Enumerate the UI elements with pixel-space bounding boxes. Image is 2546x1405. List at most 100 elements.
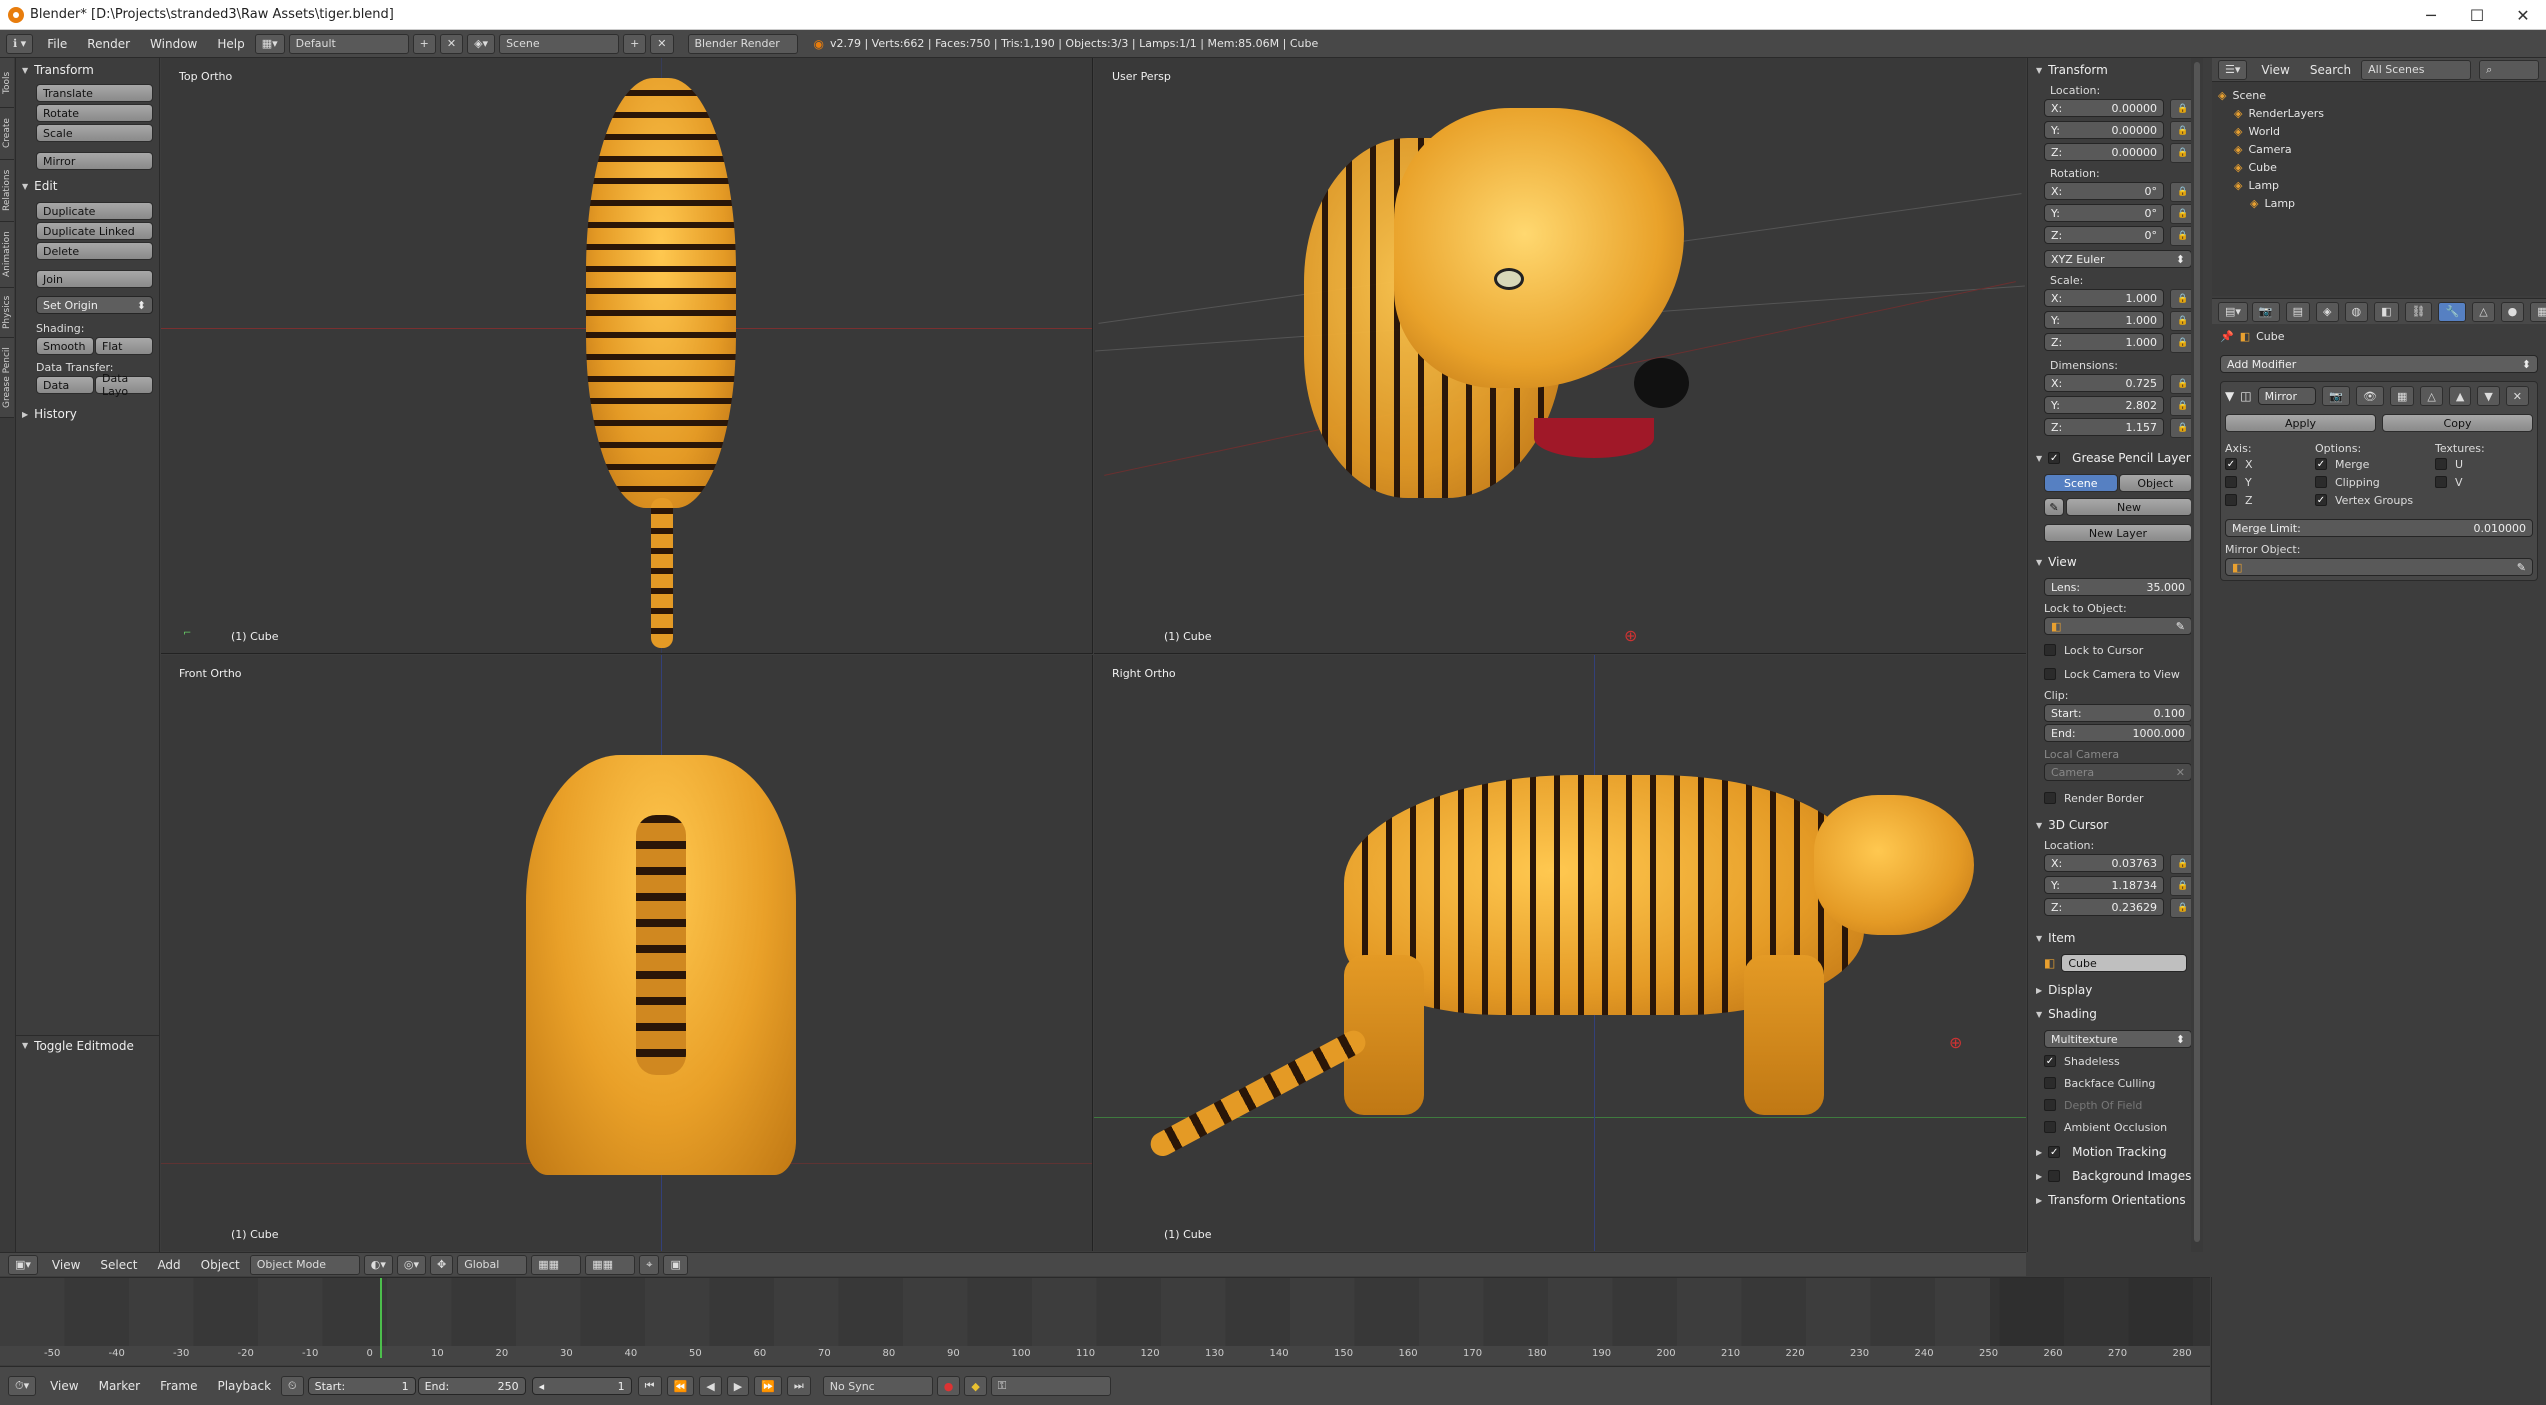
object-tab-icon[interactable]: ◧ — [2374, 301, 2399, 322]
menu-view[interactable]: View — [42, 1258, 90, 1272]
remove-modifier-icon[interactable]: ✕ — [2505, 386, 2529, 406]
layout-icon[interactable]: ▦▾ — [254, 33, 285, 54]
checkbox[interactable]: ✓ — [2225, 458, 2237, 470]
mirror-object-field[interactable]: ◧ ✎ — [2225, 558, 2533, 576]
viewport-front[interactable]: Front Ortho (1) Cube — [161, 655, 1093, 1251]
play-icon[interactable]: ▶ — [726, 1376, 750, 1396]
current-frame-field[interactable]: ◂ 1 — [531, 1377, 632, 1395]
timeline-menu-view[interactable]: View — [40, 1379, 88, 1393]
scene-select[interactable]: Scene — [499, 33, 620, 54]
mirror-button[interactable]: Mirror — [36, 152, 153, 170]
pin-icon[interactable]: 📌 — [2220, 330, 2234, 343]
checkbox[interactable] — [2048, 1170, 2061, 1182]
background-images-header[interactable]: Background Images — [2036, 1166, 2203, 1186]
world-tab-icon[interactable]: ◍ — [2344, 301, 2369, 322]
lock-camera-checkbox[interactable]: Lock Camera to View — [2044, 665, 2203, 683]
outliner-search-input[interactable]: ⌕ — [2479, 59, 2540, 80]
history-panel-header[interactable]: History — [22, 404, 153, 424]
keying-icon[interactable]: ◆ — [964, 1376, 987, 1396]
join-button[interactable]: Join — [36, 270, 153, 288]
apply-button[interactable]: Apply — [2225, 414, 2376, 432]
remove-layout-button[interactable]: ✕ — [439, 33, 464, 54]
eyedropper-icon[interactable]: ✎ — [2176, 620, 2185, 633]
modifiers-tab-icon[interactable]: 🔧 — [2438, 301, 2467, 322]
editor-type-icon[interactable]: ▤▾ — [2218, 301, 2248, 322]
timeline[interactable]: -50 -40 -30 -20 -10 0 10 20 30 40 50 60 70 80 90 100 110… — [0, 1277, 2210, 1365]
checkbox[interactable] — [2435, 458, 2447, 470]
duplicate-button[interactable]: Duplicate — [36, 202, 153, 220]
shading-mode-select[interactable]: Multitexture ⬍ — [2044, 1030, 2192, 1048]
move-up-icon[interactable]: ▲ — [2448, 386, 2472, 406]
material-tab-icon[interactable]: ● — [2500, 301, 2525, 322]
motion-tracking-header[interactable]: ✓ Motion Tracking — [2036, 1142, 2203, 1162]
outliner-item[interactable]: ◈ Camera — [2218, 140, 2540, 158]
outliner-item[interactable]: ◈ Lamp — [2218, 176, 2540, 194]
modifier-name-field[interactable]: Mirror — [2257, 387, 2317, 405]
render-icon[interactable]: ▣ — [663, 1254, 688, 1275]
editor-type-icon[interactable]: ☰▾ — [2218, 59, 2248, 80]
outliner-item[interactable]: ◈ RenderLayers — [2218, 104, 2540, 122]
backface-checkbox[interactable]: Backface Culling — [2044, 1074, 2203, 1092]
lock-object-field[interactable]: ◧ ✎ — [2044, 617, 2192, 635]
gp-new-button[interactable]: New — [2066, 498, 2192, 516]
lens-field[interactable]: Lens: 35.000 — [2044, 578, 2192, 596]
data-button[interactable]: Data — [36, 376, 94, 394]
outliner-item[interactable]: ◈ Cube — [2218, 158, 2540, 176]
editor-type-icon[interactable]: ▣▾ — [8, 1254, 38, 1275]
merge-limit-field[interactable]: Merge Limit: 0.010000 — [2225, 519, 2533, 537]
lock-to-cursor-checkbox[interactable]: Lock to Cursor — [2044, 641, 2203, 659]
texture-u-checkbox[interactable]: U — [2435, 455, 2485, 473]
pivot-icon[interactable]: ◎▾ — [396, 1254, 427, 1275]
transform-panel-header[interactable]: Transform — [22, 60, 153, 80]
axis-x-checkbox[interactable]: ✓ X — [2225, 455, 2315, 473]
timeline-menu-marker[interactable]: Marker — [89, 1379, 150, 1393]
layers-grid-2[interactable]: ▦▦ — [585, 1254, 636, 1275]
value-field[interactable]: Z: 0.00000 — [2044, 143, 2164, 161]
value-field[interactable]: Y: 1.000 — [2044, 311, 2164, 329]
menu-render[interactable]: Render — [77, 37, 140, 51]
prev-key-icon[interactable]: ⏪ — [666, 1376, 695, 1396]
menu-add[interactable]: Add — [147, 1258, 190, 1272]
chevron-left-icon[interactable]: ◂ — [539, 1380, 545, 1393]
scrollbar-thumb[interactable] — [2194, 62, 2200, 1242]
record-icon[interactable]: ● — [936, 1376, 961, 1396]
jump-start-icon[interactable]: ⏮ — [637, 1376, 662, 1396]
viewport-top[interactable]: Top Ortho ⌐ (1) Cube — [161, 58, 1093, 654]
viewport-toggle-icon[interactable]: 👁 — [2356, 386, 2384, 406]
scene-icon[interactable]: ◈▾ — [467, 33, 496, 54]
editor-type-icon[interactable]: ℹ ▾ — [6, 33, 34, 54]
clip-start-field[interactable]: Start: 0.100 — [2044, 704, 2192, 722]
checkbox[interactable]: ✓ — [2044, 1055, 2056, 1067]
close-button[interactable]: ✕ — [2500, 0, 2546, 30]
value-field[interactable]: X: 0° — [2044, 182, 2164, 200]
tab-tools[interactable]: Tools — [0, 58, 14, 108]
clipping-checkbox[interactable]: Clipping — [2315, 473, 2435, 491]
minimize-button[interactable]: ─ — [2408, 0, 2454, 30]
add-layout-button[interactable]: + — [412, 33, 436, 54]
orientation-select[interactable]: Global — [457, 1254, 528, 1275]
tab-animation[interactable]: Animation — [0, 222, 14, 288]
play-reverse-icon[interactable]: ◀ — [699, 1376, 722, 1396]
display-header[interactable]: Display — [2036, 980, 2203, 1000]
data-layout-button[interactable]: Data Layo — [95, 372, 153, 398]
tab-relations[interactable]: Relations — [0, 160, 14, 222]
toggle-editmode-header[interactable]: Toggle Editmode — [16, 1035, 160, 1055]
value-field[interactable]: Y: 1.18734 — [2044, 876, 2164, 894]
viewport-right[interactable]: Right Ortho ⊕ (1) Cube — [1094, 655, 2026, 1251]
render-border-checkbox[interactable]: Render Border — [2044, 789, 2203, 807]
item-name-field[interactable]: Cube — [2061, 954, 2188, 972]
value-field[interactable]: X: 0.00000 — [2044, 99, 2164, 117]
smooth-button[interactable]: Smooth — [36, 337, 94, 355]
jump-end-icon[interactable]: ⏭ — [786, 1376, 811, 1396]
3d-cursor-header[interactable]: 3D Cursor — [2036, 815, 2203, 835]
value-field[interactable]: Y: 0° — [2044, 204, 2164, 222]
grease-pencil-header[interactable]: ✓ Grease Pencil Layers — [2036, 448, 2203, 468]
item-header[interactable]: Item — [2036, 928, 2203, 948]
value-field[interactable]: Z: 1.157 — [2044, 418, 2164, 436]
timeline-menu-playback[interactable]: Playback — [207, 1379, 281, 1393]
eyedropper-icon[interactable]: ✎ — [2517, 561, 2526, 574]
merge-checkbox[interactable]: ✓ Merge — [2315, 455, 2435, 473]
outliner-menu-view[interactable]: View — [2251, 63, 2299, 77]
axis-z-checkbox[interactable]: Z — [2225, 491, 2315, 509]
layout-select[interactable]: Default — [288, 33, 409, 54]
